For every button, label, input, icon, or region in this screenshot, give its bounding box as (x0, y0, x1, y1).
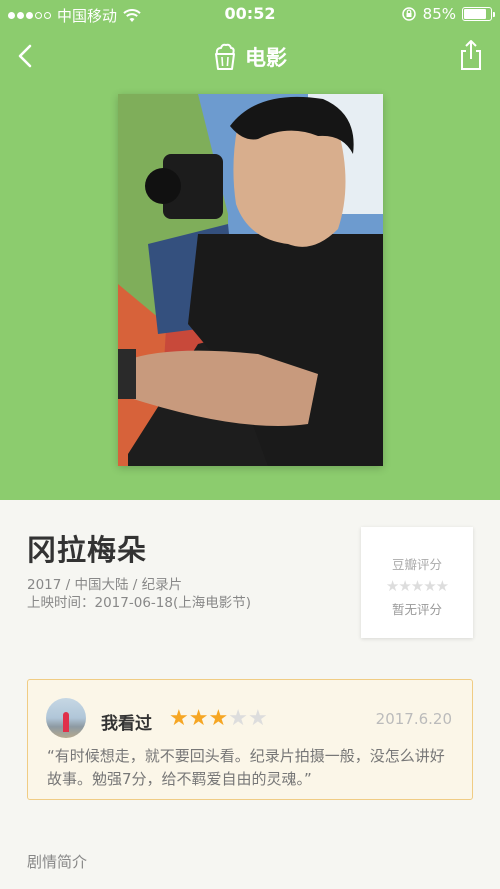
review-stars: ★★★★★ (169, 706, 268, 731)
rating-stars-icon: ★★★★★ (385, 577, 449, 595)
synopsis-heading: 剧情简介 (27, 853, 88, 871)
my-review-card[interactable]: 我看过 ★★★★★ 2017.6.20 “有时候想走，就不要回头看。纪录片拍摄一… (27, 679, 473, 800)
nav-title: 电影 (245, 46, 287, 70)
battery-level-fill (464, 9, 486, 19)
status-bar: 中国移动 00:52 85% (0, 0, 500, 28)
nav-title-group: 电影 (0, 42, 500, 72)
avatar[interactable] (46, 698, 86, 738)
share-icon (461, 40, 481, 70)
douban-rating-box: 豆瓣评分 ★★★★★ 暂无评分 (361, 527, 473, 638)
battery-percent: 85% (422, 5, 456, 23)
rating-empty-text: 暂无评分 (391, 602, 442, 617)
release-date: 上映时间：2017-06-18(上海电影节) (27, 595, 251, 611)
star-filled-icon: ★ (208, 706, 229, 731)
review-status-label: 我看过 (101, 714, 152, 734)
movie-title: 冈拉梅朵 (27, 533, 148, 567)
rating-label: 豆瓣评分 (391, 557, 442, 572)
rotation-lock-icon (401, 7, 416, 21)
battery-icon (462, 7, 495, 21)
star-filled-icon: ★ (188, 706, 209, 731)
status-right: 85% (401, 5, 495, 23)
share-button[interactable] (456, 38, 486, 72)
movie-poster[interactable] (118, 94, 383, 466)
movie-meta: 2017 / 中国大陆 / 纪录片 (27, 577, 183, 593)
star-empty-icon: ★ (247, 706, 268, 731)
star-empty-icon: ★ (228, 706, 248, 731)
review-text: “有时候想走，就不要回头看。纪录片拍摄一般，没怎么讲好故事。勉强7分，给不羁爱自… (47, 747, 445, 788)
navigation-bar: 电影 (0, 30, 500, 82)
poster-image (118, 94, 383, 466)
popcorn-icon (215, 43, 235, 70)
star-filled-icon: ★ (169, 706, 189, 731)
review-date: 2017.6.20 (375, 710, 452, 728)
